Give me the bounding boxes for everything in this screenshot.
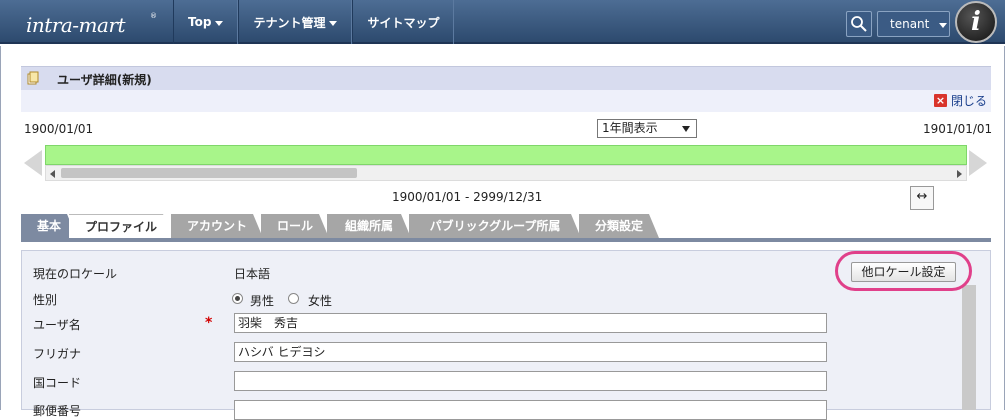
form-scrollbar[interactable] xyxy=(962,285,976,410)
tab-label: 基本 xyxy=(36,219,61,233)
intra-mart-logo[interactable]: intra-mart ® xyxy=(12,6,162,38)
timeline-next-arrow[interactable] xyxy=(969,150,987,176)
locale-value: 日本語 xyxy=(234,267,271,281)
timeline-prev-arrow[interactable] xyxy=(24,150,42,176)
tab-basic[interactable]: 基本 xyxy=(21,214,77,238)
user-name-input[interactable]: 羽柴 秀吉 xyxy=(234,313,827,333)
timeline-start-date: 1900/01/01 xyxy=(24,122,94,136)
locale-label: 現在のロケール xyxy=(33,267,118,281)
postal-code-input[interactable] xyxy=(234,400,827,420)
gender-male-label: 男性 xyxy=(250,294,275,308)
tab-label: 分類設定 xyxy=(594,219,643,233)
country-code-label: 国コード xyxy=(33,376,82,390)
nav-top[interactable]: Top xyxy=(173,0,239,44)
timeline-range: 1900/01/01 - 2999/12/31 xyxy=(392,190,543,204)
tab-label: プロファイル xyxy=(84,220,157,234)
nav-top-label: Top xyxy=(188,15,212,29)
logo-text: intra-mart xyxy=(26,13,126,37)
required-mark: * xyxy=(205,315,213,331)
scroll-right-icon[interactable] xyxy=(957,170,962,178)
page-title-bar: ユーザ詳細(新規) xyxy=(21,66,991,90)
document-icon xyxy=(27,71,39,85)
tab-label: ロール xyxy=(276,219,313,233)
search-button[interactable] xyxy=(846,11,872,37)
timeline-scrollbar[interactable] xyxy=(45,165,967,181)
period-select[interactable]: 1年間表示 xyxy=(597,119,697,138)
tab-label: アカウント xyxy=(186,219,247,233)
country-code-input[interactable] xyxy=(234,371,827,391)
nav-tenant-management[interactable]: テナント管理 xyxy=(238,0,353,44)
highlight-annotation xyxy=(835,251,972,291)
gender-female-radio[interactable] xyxy=(288,293,299,304)
search-icon xyxy=(851,16,867,32)
expand-button[interactable]: ↔ xyxy=(910,186,934,210)
tenant-label: tenant xyxy=(890,17,930,31)
close-label: 閉じる xyxy=(950,94,987,108)
nav-sitemap-label: サイトマップ xyxy=(367,15,440,30)
tab-category[interactable]: 分類設定 xyxy=(579,214,659,238)
gender-label: 性別 xyxy=(33,293,58,307)
action-bar: × 閉じる xyxy=(21,90,991,112)
tab-role[interactable]: ロール xyxy=(261,214,329,238)
gender-female-label: 女性 xyxy=(308,294,333,308)
timeline-bar[interactable] xyxy=(45,145,967,165)
main-nav: Top テナント管理 サイトマップ xyxy=(173,0,455,44)
nav-tenant-label: テナント管理 xyxy=(253,15,326,30)
user-name-label: ユーザ名 xyxy=(33,318,81,332)
tab-underline xyxy=(21,238,991,242)
period-select-value: 1年間表示 xyxy=(602,121,658,135)
nav-sitemap[interactable]: サイトマップ xyxy=(352,0,455,44)
tab-account[interactable]: アカウント xyxy=(171,214,263,238)
top-header: intra-mart ® Top テナント管理 サイトマップ tenant i xyxy=(0,0,1005,44)
postal-code-label: 郵便番号 xyxy=(33,404,82,418)
expand-icon: ↔ xyxy=(916,189,928,204)
chevron-down-icon xyxy=(215,20,224,26)
logo-registered-mark: ® xyxy=(150,12,157,20)
scroll-left-icon[interactable] xyxy=(50,170,55,178)
tab-profile[interactable]: プロファイル xyxy=(69,214,173,238)
chevron-down-icon xyxy=(329,20,338,26)
timeline-end-date: 1901/01/01 xyxy=(923,122,993,136)
close-icon: × xyxy=(933,94,947,107)
tab-label: パブリックグループ所属 xyxy=(429,219,561,233)
page-title: ユーザ詳細(新規) xyxy=(57,73,152,87)
close-link[interactable]: × 閉じる xyxy=(933,92,987,109)
gender-male-radio[interactable] xyxy=(232,293,243,304)
kana-input[interactable]: ハシバ ヒデヨシ xyxy=(234,342,827,362)
scrollbar-thumb[interactable] xyxy=(61,168,357,178)
tab-organization[interactable]: 組織所属 xyxy=(327,214,411,238)
dropdown-arrow-icon xyxy=(682,126,690,132)
tenant-menu-button[interactable]: tenant xyxy=(877,11,950,37)
tab-bar: 基本 プロファイル アカウント ロール 組織所属 パブリックグループ所属 分類設… xyxy=(21,214,991,238)
kana-label: フリガナ xyxy=(33,347,82,361)
avatar-letter: i xyxy=(971,7,981,37)
tab-public-group[interactable]: パブリックグループ所属 xyxy=(409,214,581,238)
chevron-down-icon xyxy=(939,22,948,28)
user-avatar[interactable]: i xyxy=(955,1,997,43)
tab-label: 組織所属 xyxy=(344,219,393,233)
